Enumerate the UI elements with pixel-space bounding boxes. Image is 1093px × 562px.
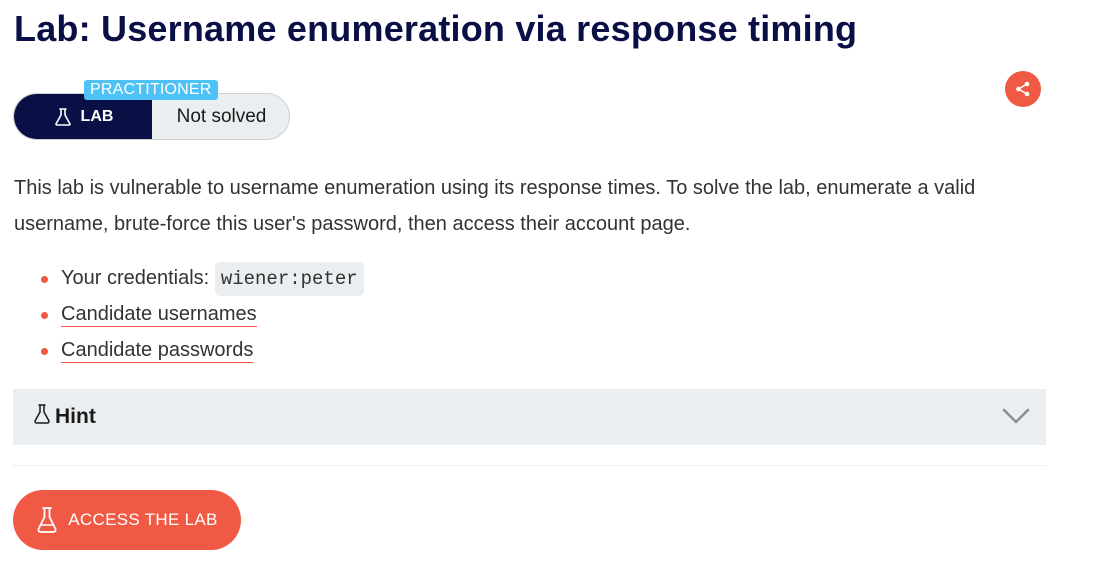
divider xyxy=(13,465,1046,466)
share-icon xyxy=(1016,81,1030,97)
level-tag: PRACTITIONER xyxy=(84,80,218,100)
lab-badge: LAB xyxy=(14,94,152,139)
hint-toggle[interactable]: Hint xyxy=(13,389,1046,445)
list-item: Candidate passwords xyxy=(14,332,364,368)
lab-description: This lab is vulnerable to username enume… xyxy=(14,177,976,235)
share-button[interactable] xyxy=(1005,71,1041,107)
bullet xyxy=(41,276,48,283)
candidate-usernames-link[interactable]: Candidate usernames xyxy=(61,302,257,327)
access-lab-button[interactable]: ACCESS THE LAB xyxy=(13,490,241,550)
lab-badge-label: LAB xyxy=(80,107,114,125)
bullet xyxy=(41,312,48,319)
lab-status-widget: LAB Not solved xyxy=(13,93,290,140)
page-title: Lab: Username enumeration via response t… xyxy=(14,8,858,49)
hint-label: Hint xyxy=(55,405,96,428)
resource-list: Your credentials: wiener:peter Candidate… xyxy=(14,260,364,368)
access-lab-label: ACCESS THE LAB xyxy=(68,510,218,529)
flask-icon xyxy=(34,404,50,424)
credentials-label: Your credentials: xyxy=(61,267,210,289)
bullet xyxy=(41,348,48,355)
list-item: Candidate usernames xyxy=(14,296,364,332)
candidate-passwords-link[interactable]: Candidate passwords xyxy=(61,338,254,363)
flask-icon xyxy=(54,107,71,126)
solved-status: Not solved xyxy=(176,105,267,127)
list-item: Your credentials: wiener:peter xyxy=(14,260,364,296)
credentials-value: wiener:peter xyxy=(214,262,364,296)
flask-icon xyxy=(37,507,57,533)
chevron-down-icon xyxy=(1002,408,1030,424)
